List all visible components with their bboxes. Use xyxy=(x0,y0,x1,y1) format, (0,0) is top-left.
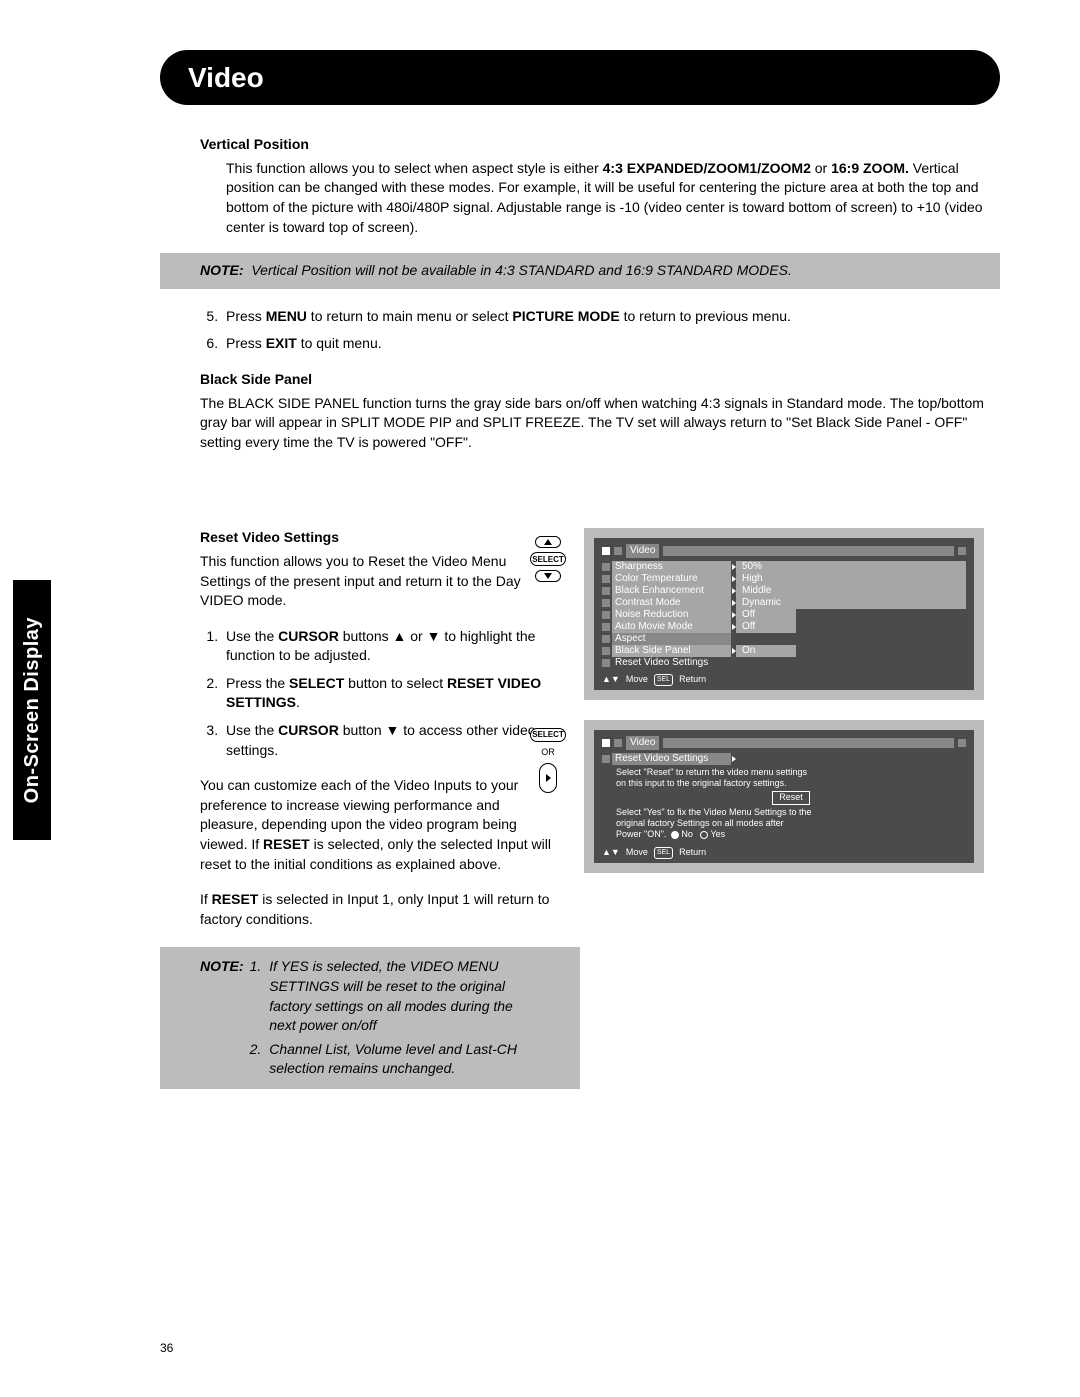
reset-step-2: Press the SELECT button to select RESET … xyxy=(222,674,560,713)
reset-button: Reset xyxy=(772,791,810,804)
select-button-icon: SELECT xyxy=(530,728,566,742)
section-title-pill: Video xyxy=(160,50,1000,105)
steps-5-6: Press MENU to return to main menu or sel… xyxy=(200,307,1000,354)
reset-video-intro: This function allows you to Reset the Vi… xyxy=(200,552,560,611)
radio-no-icon xyxy=(671,831,679,839)
radio-yes-icon xyxy=(700,831,708,839)
up-button-icon xyxy=(535,536,561,548)
osd-screenshot-2: SELECT OR Video Reset Video Settings Sel… xyxy=(584,720,984,873)
osd2-nav-hint: ▲▼Move SELReturn xyxy=(602,846,966,859)
osd2-body: Select "Reset" to return the video menu … xyxy=(602,765,966,843)
reset-step-3: Use the CURSOR button ▼ to access other … xyxy=(222,721,560,760)
reset-steps: Use the CURSOR buttons ▲ or ▼ to highlig… xyxy=(200,627,560,761)
or-label: OR xyxy=(524,746,572,759)
osd-screenshot-1: SELECT Video Sharpness50% Color Temperat… xyxy=(584,528,984,700)
vertical-position-heading: Vertical Position xyxy=(200,135,1000,155)
black-side-panel-body: The BLACK SIDE PANEL function turns the … xyxy=(200,394,1000,453)
osd2-subtitle: Reset Video Settings xyxy=(612,753,732,765)
note-box-1: NOTE: Vertical Position will not be avai… xyxy=(160,253,1000,289)
osd1-menu-rows: Sharpness50% Color TemperatureHigh Black… xyxy=(602,561,966,669)
page-number: 36 xyxy=(160,1340,173,1357)
note-box-2: NOTE: 1.If YES is selected, the VIDEO ME… xyxy=(160,947,580,1089)
reset-para-5: If RESET is selected in Input 1, only In… xyxy=(200,890,560,929)
side-tab: On-Screen Display xyxy=(13,580,51,840)
osd1-title: Video xyxy=(626,544,659,558)
reset-step-1: Use the CURSOR buttons ▲ or ▼ to highlig… xyxy=(222,627,560,666)
step-6: Press EXIT to quit menu. xyxy=(222,334,1000,354)
osd1-nav-hint: ▲▼Move SELReturn xyxy=(602,673,966,686)
osd1-remote-controls: SELECT xyxy=(524,532,572,586)
down-button-icon xyxy=(535,570,561,582)
reset-video-heading: Reset Video Settings xyxy=(200,528,560,548)
vertical-position-body: This function allows you to select when … xyxy=(200,159,1000,237)
side-tab-label: On-Screen Display xyxy=(18,617,46,803)
osd2-remote-controls: SELECT OR xyxy=(524,724,572,797)
right-button-icon xyxy=(539,763,557,793)
section-title: Video xyxy=(188,62,264,93)
osd2-title: Video xyxy=(626,736,659,750)
select-button-icon: SELECT xyxy=(530,552,566,566)
reset-para-4: You can customize each of the Video Inpu… xyxy=(200,776,560,874)
black-side-panel-heading: Black Side Panel xyxy=(200,370,1000,390)
step-5: Press MENU to return to main menu or sel… xyxy=(222,307,1000,327)
